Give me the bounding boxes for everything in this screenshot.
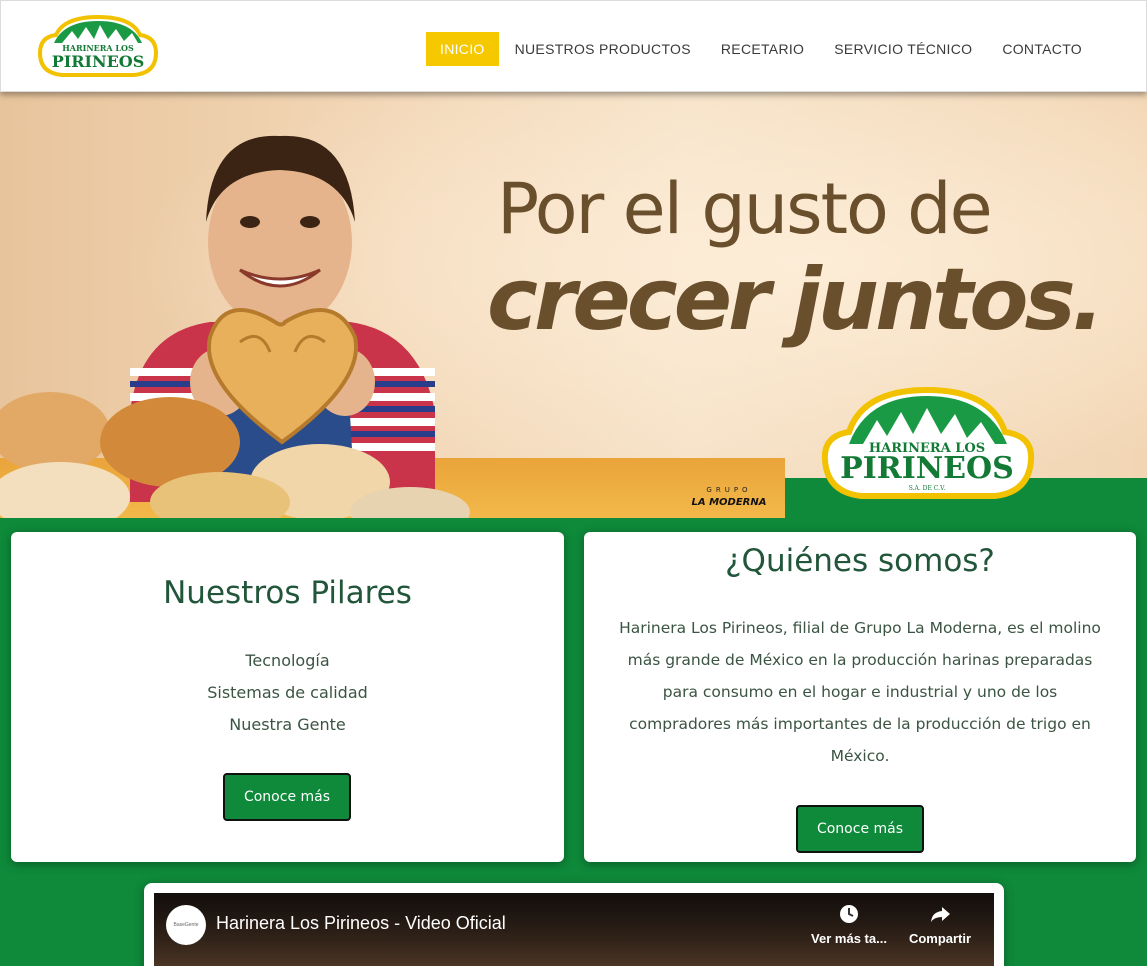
about-line: México. (830, 747, 890, 765)
about-line: compradores más importantes de la produc… (629, 715, 1091, 733)
pillar-item: Sistemas de calidad (207, 683, 368, 702)
hero-banner: Por el gusto de crecer juntos. GRUPO LA … (0, 92, 1147, 518)
hero-headline-line2: crecer juntos. (487, 250, 1104, 350)
about-line: más grande de México en la producción ha… (627, 651, 1093, 669)
brand-logo[interactable]: HARINERA LOS PIRINEOS (34, 13, 162, 81)
pillars-learn-more-button[interactable]: Conoce más (223, 773, 351, 821)
watch-later-label: Ver más ta... (811, 931, 887, 946)
share-label: Compartir (908, 931, 972, 946)
main-nav: INICIO NUESTROS PRODUCTOS RECETARIO SERV… (424, 32, 1096, 66)
bread-assortment (0, 392, 470, 518)
nav-item-inicio[interactable]: INICIO (426, 32, 499, 66)
video-title[interactable]: Harinera Los Pirineos - Video Oficial (216, 913, 506, 934)
hero-headline-line1: Por el gusto de (497, 168, 993, 250)
clock-icon (840, 905, 858, 923)
about-line: para consumo en el hogar e industrial y … (662, 683, 1058, 701)
site-header: HARINERA LOS PIRINEOS INICIO NUESTROS PR… (0, 0, 1147, 92)
watch-later-button[interactable]: Ver más ta... (804, 903, 894, 946)
channel-avatar[interactable]: BaseGente (166, 905, 206, 945)
about-text: Harinera Los Pirineos, filial de Grupo L… (604, 612, 1116, 772)
big-logo-sub: S.A. DE C.V. (909, 485, 946, 492)
pillar-item: Nuestra Gente (229, 715, 346, 734)
nav-item-contacto[interactable]: CONTACTO (988, 32, 1096, 66)
video-card: BaseGente Harinera Los Pirineos - Video … (144, 883, 1004, 966)
nav-item-productos[interactable]: NUESTROS PRODUCTOS (501, 32, 705, 66)
grupo-la-moderna-logo: GRUPO LA MODERNA (692, 486, 767, 508)
brand-logo-large: HARINERA LOS PIRINEOS S.A. DE C.V. (821, 386, 1035, 499)
about-learn-more-button[interactable]: Conoce más (796, 805, 924, 853)
video-player[interactable]: BaseGente Harinera Los Pirineos - Video … (154, 893, 994, 966)
about-card: ¿Quiénes somos? Harinera Los Pirineos, f… (584, 532, 1136, 862)
pillars-card: Nuestros Pilares Tecnología Sistemas de … (11, 532, 564, 862)
logo-line2: PIRINEOS (52, 52, 145, 71)
big-logo-line2: PIRINEOS (840, 451, 1014, 486)
share-button[interactable]: Compartir (895, 903, 985, 946)
about-line: Harinera Los Pirineos, filial de Grupo L… (619, 619, 1101, 637)
nav-item-servicio[interactable]: SERVICIO TÉCNICO (820, 32, 986, 66)
about-title: ¿Quiénes somos? (725, 543, 995, 579)
nav-item-recetario[interactable]: RECETARIO (707, 32, 818, 66)
group-logo-top: GRUPO (706, 486, 751, 494)
group-logo-bottom: LA MODERNA (692, 497, 767, 508)
pillar-item: Tecnología (245, 651, 330, 670)
pillars-title: Nuestros Pilares (163, 575, 412, 611)
share-arrow-icon (931, 907, 950, 922)
